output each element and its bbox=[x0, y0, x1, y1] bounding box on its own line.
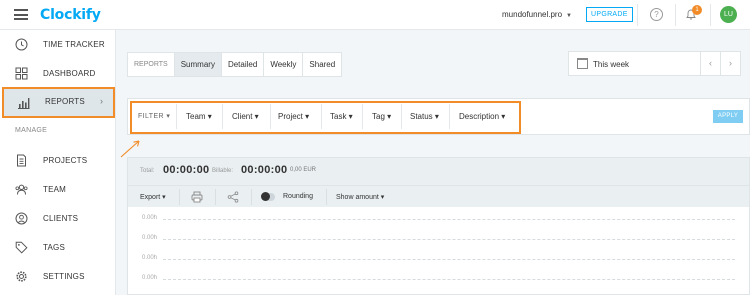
avatar[interactable]: LU bbox=[720, 6, 737, 23]
divider bbox=[326, 189, 327, 205]
team-icon bbox=[15, 184, 28, 195]
tag-icon bbox=[15, 241, 28, 254]
filter-project[interactable]: Project ▾ bbox=[278, 112, 309, 121]
filter-tag[interactable]: Tag ▾ bbox=[372, 112, 391, 121]
sidebar: TIME TRACKER DASHBOARD REPORTS › MANAGE … bbox=[0, 30, 116, 295]
rounding-label: Rounding bbox=[283, 193, 313, 200]
sidebar-item-tags[interactable]: TAGS bbox=[0, 233, 116, 262]
annotation-arrow-icon bbox=[120, 140, 140, 158]
divider bbox=[449, 104, 450, 129]
sidebar-item-clients[interactable]: CLIENTS bbox=[0, 204, 116, 233]
filter-team[interactable]: Team ▾ bbox=[186, 112, 212, 121]
menu-icon[interactable] bbox=[14, 9, 28, 20]
dashboard-icon bbox=[15, 67, 28, 80]
gridline bbox=[163, 239, 735, 240]
divider bbox=[270, 104, 271, 129]
sidebar-item-label: TAGS bbox=[43, 243, 65, 252]
clients-icon bbox=[15, 212, 28, 225]
divider bbox=[675, 4, 676, 26]
reports-icon bbox=[18, 98, 30, 109]
chevron-right-icon: › bbox=[100, 96, 103, 106]
filter-task[interactable]: Task ▾ bbox=[330, 112, 353, 121]
report-tabs: REPORTS Summary Detailed Weekly Shared bbox=[127, 52, 343, 77]
tab-summary[interactable]: Summary bbox=[174, 53, 222, 76]
sidebar-item-label: TEAM bbox=[43, 185, 67, 194]
y-axis-label: 0.00h bbox=[142, 255, 158, 261]
divider bbox=[710, 4, 711, 26]
date-range-label: This week bbox=[593, 60, 630, 69]
sidebar-item-team[interactable]: TEAM bbox=[0, 175, 116, 204]
filter-client[interactable]: Client ▾ bbox=[232, 112, 259, 121]
divider bbox=[321, 104, 322, 129]
total-label: Total: bbox=[140, 168, 155, 174]
help-icon[interactable]: ? bbox=[650, 8, 663, 21]
apply-button[interactable]: APPLY bbox=[713, 110, 743, 123]
gridline bbox=[163, 259, 735, 260]
settings-icon bbox=[16, 271, 27, 282]
upgrade-button[interactable]: UPGRADE bbox=[586, 7, 633, 22]
export-dropdown[interactable]: Export ▾ bbox=[140, 193, 166, 201]
sidebar-item-label: REPORTS bbox=[45, 97, 85, 106]
total-value: 00:00:00 bbox=[163, 164, 210, 176]
prev-period-button[interactable]: ‹ bbox=[700, 52, 720, 75]
divider bbox=[637, 4, 638, 26]
divider bbox=[176, 104, 177, 129]
rounding-toggle[interactable] bbox=[261, 192, 275, 201]
clock-icon bbox=[15, 38, 28, 51]
sidebar-item-label: PROJECTS bbox=[43, 156, 88, 165]
billable-value: 00:00:00 bbox=[241, 164, 288, 176]
gridline bbox=[163, 279, 735, 280]
tab-detailed[interactable]: Detailed bbox=[222, 53, 265, 76]
top-header: Clockify mundofunnel.pro ▼ UPGRADE ? 1 LU bbox=[0, 0, 750, 30]
sidebar-item-label: CLIENTS bbox=[43, 214, 79, 223]
chart-area: 0.00h 0.00h 0.00h 0.00h bbox=[128, 208, 749, 295]
y-axis-label: 0.00h bbox=[142, 215, 158, 221]
share-icon[interactable] bbox=[227, 191, 239, 203]
filter-status[interactable]: Status ▾ bbox=[410, 112, 439, 121]
sidebar-item-dashboard[interactable]: DASHBOARD bbox=[0, 59, 116, 88]
calendar-icon bbox=[577, 58, 588, 69]
y-axis-label: 0.00h bbox=[142, 235, 158, 241]
main-content: REPORTS Summary Detailed Weekly Shared T… bbox=[117, 30, 750, 295]
totals-row: Total: 00:00:00 Billable: 00:00:00 0,00 … bbox=[128, 158, 749, 185]
app-logo[interactable]: Clockify bbox=[40, 7, 101, 23]
report-toolbar: Export ▾ Rounding Show amount ▾ bbox=[128, 185, 749, 207]
billable-label: Billable: bbox=[212, 168, 234, 174]
date-range-picker[interactable]: This week ‹ › bbox=[568, 51, 741, 76]
notification-badge: 1 bbox=[692, 5, 702, 15]
next-period-button[interactable]: › bbox=[720, 52, 740, 75]
tab-weekly[interactable]: Weekly bbox=[264, 53, 304, 76]
workspace-selector[interactable]: mundofunnel.pro ▼ bbox=[502, 10, 572, 19]
projects-icon bbox=[17, 154, 26, 167]
sidebar-item-label: TIME TRACKER bbox=[43, 40, 105, 49]
divider bbox=[362, 104, 363, 129]
divider bbox=[179, 189, 180, 205]
divider bbox=[215, 189, 216, 205]
sidebar-item-time-tracker[interactable]: TIME TRACKER bbox=[0, 30, 116, 59]
sidebar-item-reports[interactable]: REPORTS › bbox=[2, 87, 115, 118]
show-amount-dropdown[interactable]: Show amount ▾ bbox=[336, 193, 384, 201]
divider bbox=[222, 104, 223, 129]
summary-panel: Total: 00:00:00 Billable: 00:00:00 0,00 … bbox=[127, 157, 750, 295]
sidebar-item-settings[interactable]: SETTINGS bbox=[0, 262, 116, 291]
caret-down-icon: ▼ bbox=[566, 13, 572, 19]
section-label-manage: MANAGE bbox=[15, 127, 48, 134]
divider bbox=[251, 189, 252, 205]
tab-shared[interactable]: Shared bbox=[303, 53, 341, 76]
filter-bar: FILTER ▾ Team ▾ Client ▾ Project ▾ Task … bbox=[127, 98, 750, 135]
sidebar-item-label: SETTINGS bbox=[43, 272, 85, 281]
sidebar-item-label: DASHBOARD bbox=[43, 69, 96, 78]
billable-amount: 0,00 EUR bbox=[290, 167, 317, 173]
divider bbox=[401, 104, 402, 129]
sidebar-item-projects[interactable]: PROJECTS bbox=[0, 146, 116, 175]
gridline bbox=[163, 219, 735, 220]
y-axis-label: 0.00h bbox=[142, 275, 158, 281]
print-icon[interactable] bbox=[191, 191, 203, 203]
filter-description[interactable]: Description ▾ bbox=[459, 112, 505, 121]
